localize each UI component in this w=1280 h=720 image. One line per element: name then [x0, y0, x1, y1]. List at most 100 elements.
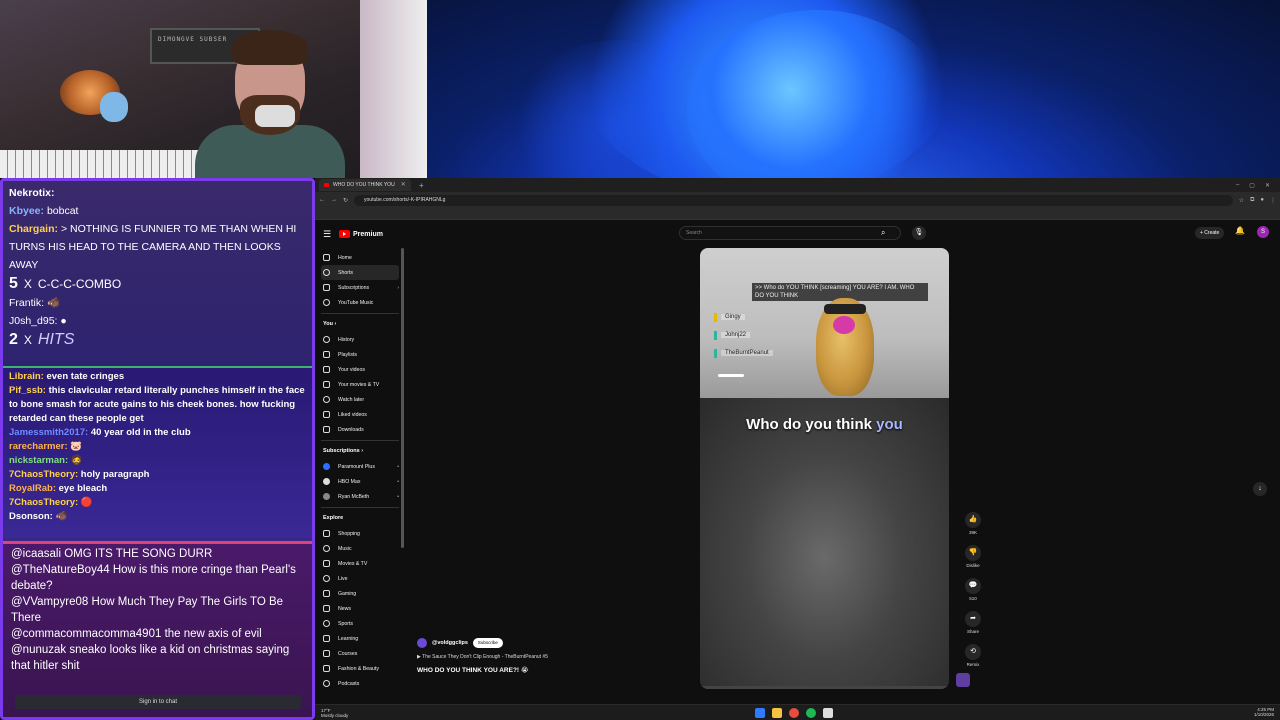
reload-icon[interactable]: ↻ [343, 197, 348, 204]
forward-icon[interactable]: → [331, 197, 337, 203]
remix-button[interactable]: ⟲ Remix [963, 644, 983, 667]
sunglasses [824, 304, 866, 314]
sidebar-item-courses[interactable]: Courses [321, 646, 399, 661]
close-tab-icon[interactable]: ✕ [401, 182, 406, 188]
webcam-keyboard [0, 150, 200, 178]
sidebar-item-shopping[interactable]: Shopping [321, 526, 399, 541]
combo-counter: 5 X C-C-C-COMBO [9, 275, 122, 292]
chat-message: 7ChaosTheory: holy paragraph [9, 469, 150, 480]
sports-icon [323, 620, 330, 627]
sidebar-item-live[interactable]: Live [321, 571, 399, 586]
video-subtitle: Who do you think you [746, 416, 903, 433]
maximize-icon[interactable]: ▢ [1249, 182, 1255, 189]
weather-widget[interactable]: 17°F Mostly cloudy [315, 708, 348, 718]
minimize-icon[interactable]: – [1236, 182, 1239, 189]
sidebar-item-your-movies[interactable]: Your movies & TV [321, 377, 399, 392]
chat-message: rarecharmer: 🐷 [9, 441, 83, 452]
sidebar-item-home[interactable]: Home [321, 250, 399, 265]
youtube-logo[interactable]: Premium [339, 230, 383, 238]
sidebar-item-podcasts[interactable]: Podcasts [321, 676, 399, 691]
back-icon[interactable]: ← [319, 197, 325, 203]
search-input[interactable]: Search [679, 226, 901, 240]
music-note-icon [323, 545, 330, 552]
start-icon[interactable] [755, 708, 765, 718]
screen: DIMONGVE SUBSER Nekrotix: Kbyee: bobcat … [0, 0, 1280, 720]
bookmarks-bar [315, 208, 1280, 220]
sidebar-item-playlists[interactable]: Playlists [321, 347, 399, 362]
courses-icon [323, 650, 330, 657]
next-short-arrow-icon[interactable]: ↓ [1253, 482, 1267, 496]
sidebar-item-watch-later[interactable]: Watch later [321, 392, 399, 407]
sidebar-item-your-videos[interactable]: Your videos [321, 362, 399, 377]
sign-in-to-chat-button[interactable]: Sign in to chat [15, 695, 301, 709]
channel-avatar[interactable] [417, 638, 427, 648]
shorts-video-player[interactable]: >> Who do YOU THINK [screaming] YOU ARE?… [700, 248, 949, 689]
sidebar-item-subscriptions[interactable]: Subscriptions › [321, 280, 399, 295]
film-icon [323, 560, 330, 567]
live-icon [323, 575, 330, 582]
sidebar-item-paramount-plus[interactable]: Paramount Plus • [321, 459, 399, 474]
shopping-icon [323, 530, 330, 537]
sidebar-item-music[interactable]: Music [321, 541, 399, 556]
browser-menu-icon[interactable]: ⋮ [1270, 197, 1276, 204]
comments-button[interactable]: 💬 510 [963, 578, 983, 601]
dislike-button[interactable]: 👎 Dislike [963, 545, 983, 568]
system-tray-clock[interactable]: 4:25 PM 1/10/2026 [1254, 707, 1274, 717]
hamburger-menu-icon[interactable]: ☰ [323, 229, 339, 240]
new-tab-icon[interactable]: + [419, 181, 424, 190]
youtube-logo-icon [339, 230, 350, 238]
profile-icon[interactable]: ● [1260, 197, 1264, 203]
search-icon[interactable]: ⌕ [881, 228, 885, 238]
sidebar-item-movies-tv[interactable]: Movies & TV [321, 556, 399, 571]
sidebar-item-hbo-max[interactable]: HBO Max • [321, 474, 399, 489]
sidebar-item-downloads[interactable]: Downloads [321, 422, 399, 437]
webcam-feed: DIMONGVE SUBSER [0, 0, 427, 178]
sidebar-item-shorts[interactable]: Shorts [321, 265, 399, 280]
like-button[interactable]: 👍 39K [963, 512, 983, 535]
channel-name[interactable]: @voldggclips [432, 640, 468, 646]
account-avatar[interactable]: S [1257, 226, 1269, 238]
webcam-microphone [255, 105, 295, 127]
live-dot-icon: • [397, 463, 399, 470]
close-window-icon[interactable]: ✕ [1265, 182, 1270, 189]
file-explorer-icon[interactable] [772, 708, 782, 718]
extensions-icon[interactable]: ⧉ [1250, 197, 1254, 204]
video-title[interactable]: WHO DO YOU THINK YOU ARE?! 😭 [417, 664, 687, 678]
sidebar-item-history[interactable]: History [321, 332, 399, 347]
sidebar-item-sports[interactable]: Sports [321, 616, 399, 631]
live-dot-icon: • [397, 493, 399, 500]
play-icon: ▶ [417, 654, 421, 660]
sidebar-item-youtube-music[interactable]: YouTube Music [321, 295, 399, 310]
bookmark-star-icon[interactable]: ☆ [1239, 197, 1244, 204]
sidebar-item-ryan-mcbeth[interactable]: Ryan McBeth • [321, 489, 399, 504]
sidebar-item-news[interactable]: News [321, 601, 399, 616]
voice-search-icon[interactable]: 🎙 [912, 226, 926, 240]
sidebar-item-gaming[interactable]: Gaming [321, 586, 399, 601]
youtube-page: ☰ Premium Search ⌕ 🎙 + Create 🔔 S Home S… [315, 220, 1280, 704]
home-icon [323, 254, 330, 261]
sidebar-section-explore: Explore [323, 515, 344, 521]
gaming-icon [323, 590, 330, 597]
url-field[interactable]: youtube.com/shorts/-K-IPIRAHGNLg [354, 194, 1233, 206]
tab-youtube-short[interactable]: WHO DO YOU THINK YOU ✕ [319, 179, 411, 191]
sidebar-section-you[interactable]: You › [321, 317, 399, 332]
sidebar-scrollbar[interactable] [401, 248, 404, 548]
sidebar-section-subscriptions[interactable]: Subscriptions › [321, 444, 399, 459]
taskbar-apps [755, 708, 833, 718]
chrome-icon[interactable] [789, 708, 799, 718]
app-icon[interactable] [823, 708, 833, 718]
subscribe-button[interactable]: Subscribe [472, 638, 503, 648]
video-progress-bar[interactable] [700, 686, 949, 689]
share-button[interactable]: ➦ Share [963, 611, 983, 634]
sidebar-item-learning[interactable]: Learning [321, 631, 399, 646]
voice-participant: Johnj22 [714, 326, 824, 344]
spotify-icon[interactable] [806, 708, 816, 718]
create-button[interactable]: + Create [1195, 227, 1225, 239]
sidebar-item-fashion[interactable]: Fashion & Beauty [321, 661, 399, 676]
chat-message: @TheNatureBoy44 How is this more cringe … [11, 564, 296, 592]
peanut-character [816, 298, 874, 396]
playlist-link[interactable]: ▶ The Sauce They Don't Clip Enough - The… [417, 650, 687, 664]
notifications-bell-icon[interactable]: 🔔 [1235, 226, 1245, 235]
sound-thumbnail[interactable] [956, 673, 970, 687]
sidebar-item-liked-videos[interactable]: Liked videos [321, 407, 399, 422]
